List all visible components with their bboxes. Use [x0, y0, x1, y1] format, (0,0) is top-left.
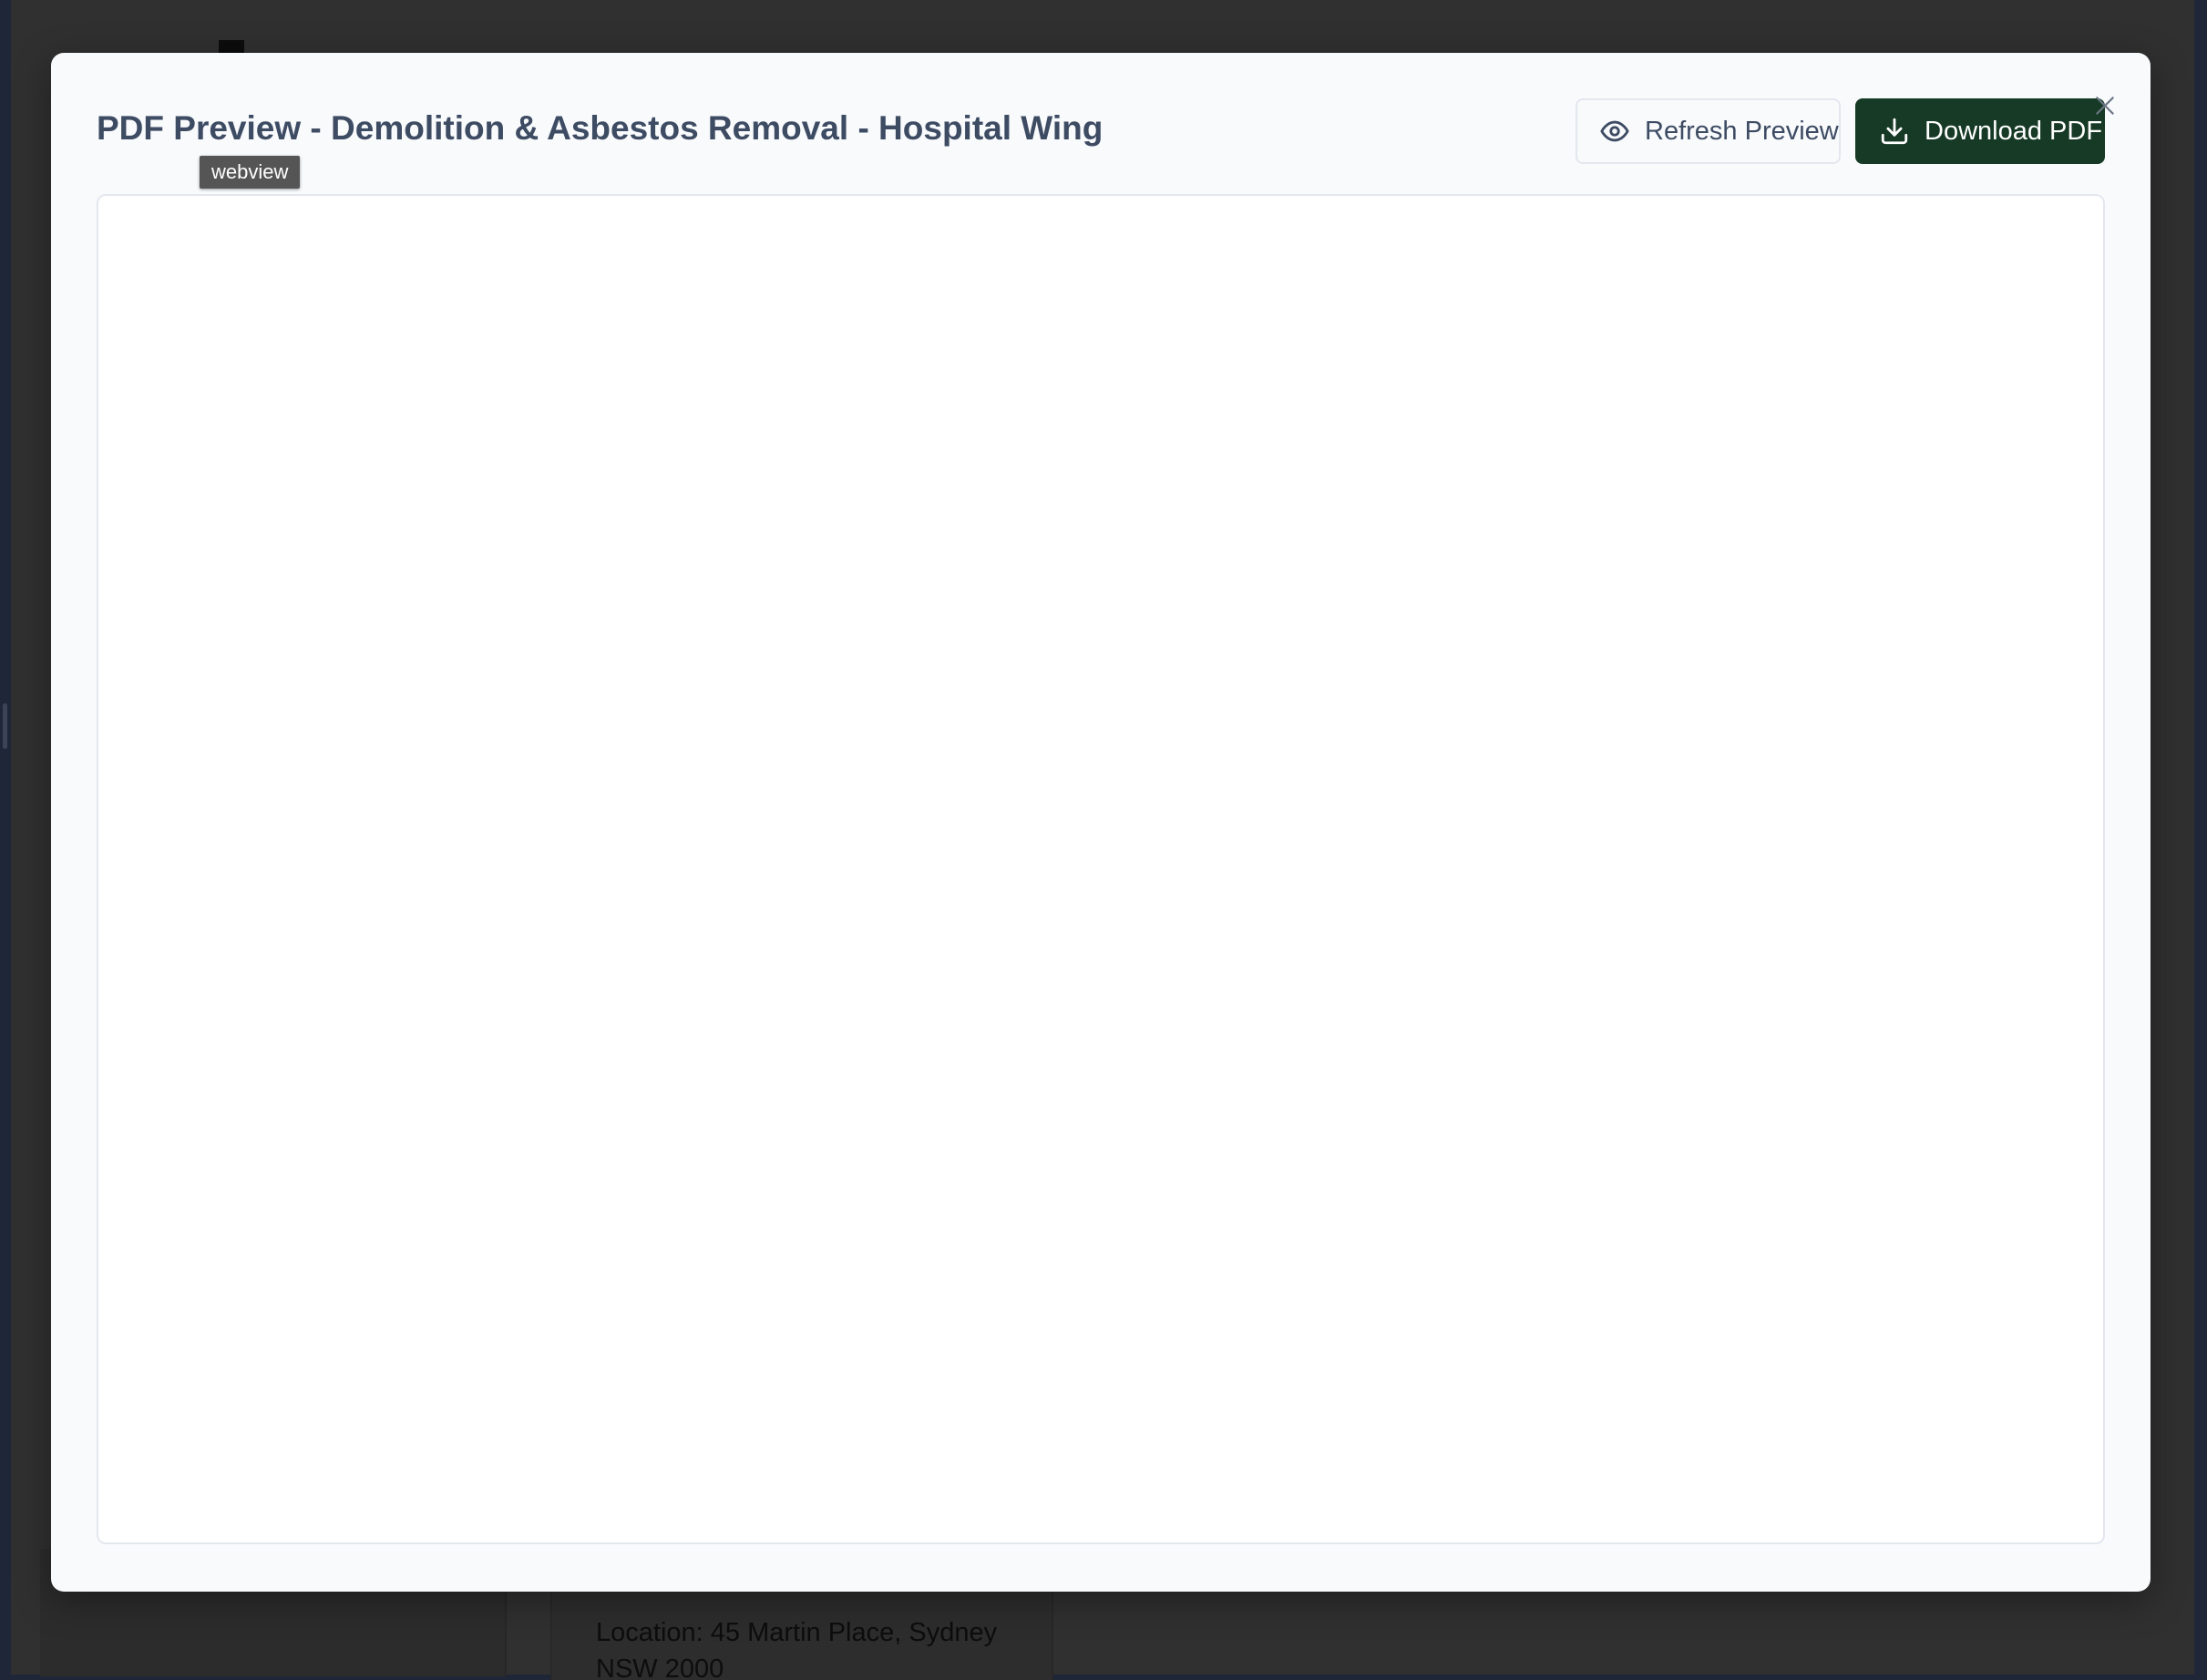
eye-icon [1600, 120, 1629, 142]
background-location-text: Location: 45 Martin Place, Sydney NSW 20… [596, 1618, 998, 1680]
webview-tooltip: webview [200, 156, 301, 189]
modal-title: PDF Preview - Demolition & Asbestos Remo… [97, 109, 1104, 147]
download-pdf-label: Download PDF [1925, 116, 2103, 146]
download-icon [1881, 118, 1908, 145]
right-window-edge [2194, 0, 2207, 1680]
refresh-preview-label: Refresh Preview [1645, 116, 1839, 146]
pdf-preview-modal: PDF Preview - Demolition & Asbestos Remo… [51, 53, 2151, 1592]
background-logo [219, 40, 244, 53]
pdf-webview[interactable] [97, 194, 2105, 1544]
resize-handle[interactable] [3, 703, 7, 749]
close-button[interactable] [2085, 86, 2125, 126]
left-window-edge [0, 0, 11, 1680]
close-icon [2096, 97, 2114, 115]
download-pdf-button[interactable]: Download PDF [1855, 98, 2105, 164]
refresh-preview-button[interactable]: Refresh Preview [1576, 98, 1841, 164]
